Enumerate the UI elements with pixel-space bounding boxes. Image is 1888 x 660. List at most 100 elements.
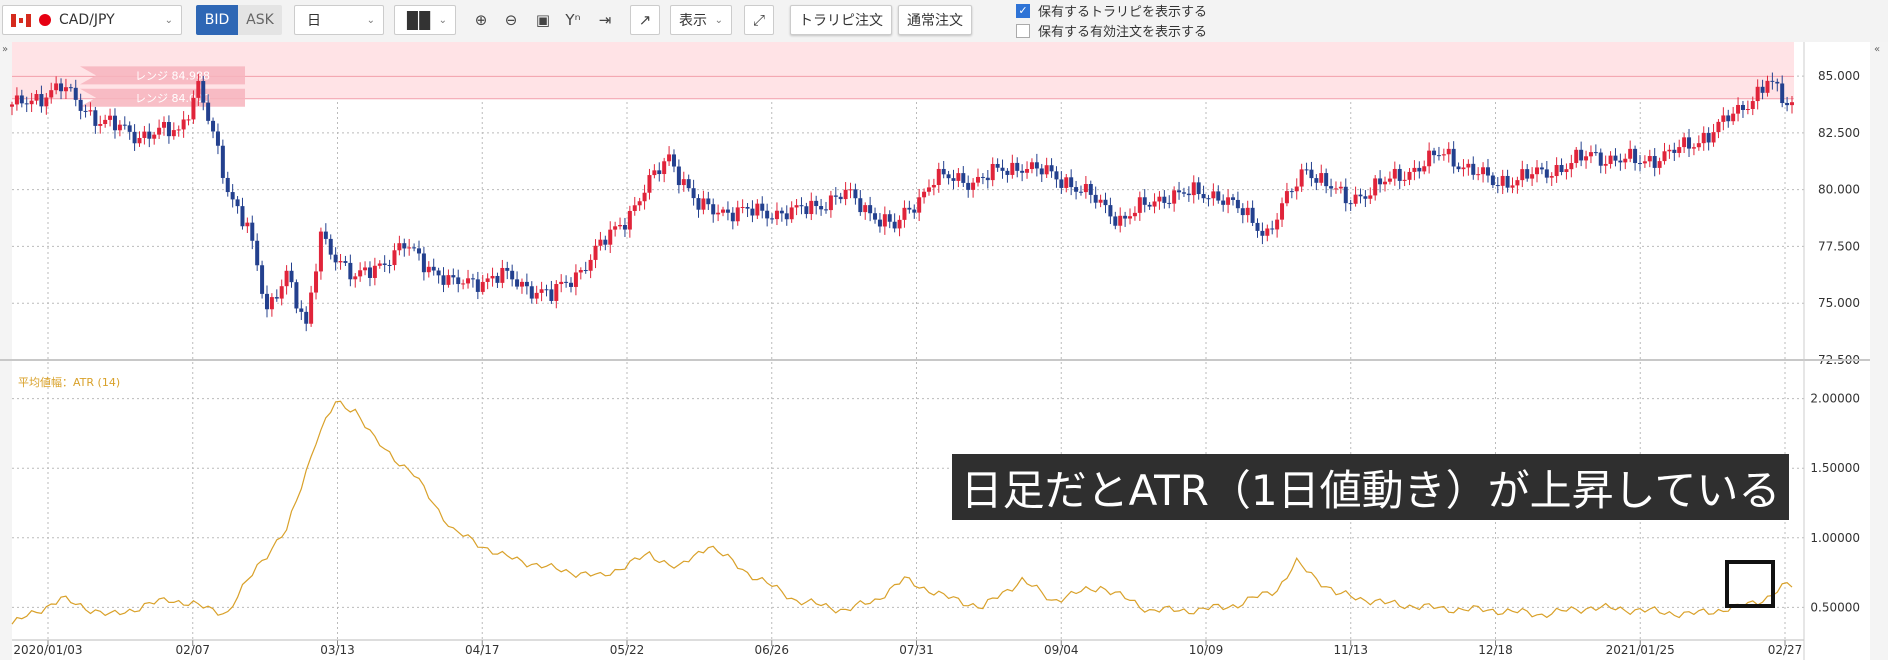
collapse-arrows-icon[interactable]: « [1874, 44, 1880, 55]
candle-body [1275, 219, 1280, 230]
candle-body [152, 134, 157, 139]
show-orders-label: 保有する有効注文を表示する [1038, 25, 1208, 40]
zoom-in-button[interactable]: ⊕ [466, 5, 496, 35]
candle-body [1765, 80, 1770, 93]
normal-order-button[interactable]: 通常注文 [898, 5, 972, 35]
candle-body [936, 168, 941, 185]
display-label: 表示 [679, 13, 707, 29]
candle-body [318, 231, 323, 272]
candle-body [593, 245, 598, 260]
candle-body [1441, 154, 1446, 156]
candle-body [637, 201, 642, 206]
atr-tick-label: 1.00000 [1810, 531, 1860, 545]
scroll-latest-button[interactable]: ⇥ [590, 5, 620, 35]
zoom-in-icon: ⊕ [474, 11, 488, 29]
candle-body [1579, 149, 1584, 161]
candle-body [1132, 212, 1137, 217]
candle-body [402, 243, 407, 249]
price-chart[interactable]: » レンジ 84.988レンジ 84.000 2020/01/03 02/07 03… [0, 42, 1888, 660]
candle-body [250, 222, 255, 241]
candle-body [1284, 191, 1289, 204]
candle-body [14, 95, 19, 105]
candle-body [1221, 200, 1226, 205]
candle-body [466, 278, 471, 284]
candle-body [88, 110, 93, 112]
x-tick-label: 02/27 [1768, 643, 1803, 657]
candle-body [1128, 216, 1133, 219]
zoom-out-button[interactable]: ⊖ [496, 5, 526, 35]
show-trail-option[interactable]: ✓ 保有するトラリピを表示する [1016, 1, 1207, 20]
candle-body [269, 297, 274, 310]
candle-body [1265, 228, 1270, 236]
candle-body [10, 104, 14, 107]
candle-body [725, 209, 730, 213]
candle-body [73, 87, 78, 100]
candle-body [1167, 202, 1172, 204]
candle-body [1427, 150, 1432, 167]
candle-body [1554, 164, 1559, 177]
timeframe-select[interactable]: 日 ⌄ [294, 5, 384, 35]
candle-body [1623, 158, 1628, 163]
candle-body [225, 177, 230, 193]
x-tick-label: 10/09 [1189, 643, 1224, 657]
candle-body [1588, 152, 1593, 157]
candle-body [49, 90, 54, 98]
candle-body [1211, 191, 1216, 199]
candle-body [740, 206, 745, 208]
candle-body [922, 191, 927, 198]
timeframe-label: 日 [307, 13, 321, 29]
candle-body [1569, 163, 1574, 170]
candle-body [1010, 162, 1015, 175]
candle-body [108, 115, 113, 120]
ask-button[interactable]: ASK [238, 5, 282, 35]
candle-body [1152, 201, 1157, 207]
candle-body [843, 189, 848, 200]
expand-arrows-icon[interactable]: » [2, 44, 8, 55]
draw-tool-button[interactable]: Yⁿ [558, 5, 588, 35]
chart-type-select[interactable]: ▉▉ ⌄ [394, 5, 456, 35]
candle-body [63, 87, 68, 92]
candle-body [1260, 230, 1265, 236]
symbol-select[interactable]: CAD/JPY ⌄ [2, 5, 182, 35]
candle-body [1770, 80, 1775, 82]
candle-body [1657, 161, 1662, 168]
candle-body [686, 179, 691, 189]
candle-body [1711, 132, 1716, 143]
candle-body [549, 289, 554, 301]
candle-body [1682, 137, 1687, 148]
candle-body [1015, 162, 1020, 171]
price-tick-label: 80.000 [1818, 183, 1860, 197]
chevron-down-icon: ⌄ [366, 15, 375, 26]
candle-body [1530, 174, 1535, 179]
candle-body [1755, 86, 1760, 102]
candle-body [1299, 169, 1304, 187]
candle-body [1020, 170, 1025, 173]
candle-body [240, 206, 245, 227]
candle-body [495, 275, 500, 283]
candle-body [39, 94, 44, 107]
candle-body [1373, 178, 1378, 196]
candle-body [1181, 192, 1186, 194]
checkbox-empty-icon[interactable] [1016, 23, 1030, 38]
bid-button[interactable]: BID [196, 5, 238, 35]
candle-body [1230, 197, 1235, 200]
fit-button[interactable]: ▣ [528, 5, 558, 35]
candle-body [421, 253, 426, 273]
candle-body [1608, 155, 1613, 164]
price-tick-label: 82.500 [1818, 126, 1860, 140]
add-indicator-button[interactable]: ↗ [630, 5, 660, 35]
candle-body [961, 173, 966, 183]
candle-body [691, 188, 696, 199]
checkbox-checked-icon[interactable]: ✓ [1016, 3, 1030, 18]
show-orders-option[interactable]: 保有する有効注文を表示する [1016, 21, 1207, 40]
candle-body [1049, 165, 1054, 172]
candle-body [1402, 179, 1407, 181]
candle-body [1667, 149, 1672, 152]
candle-body [1485, 167, 1490, 176]
candle-body [554, 284, 559, 301]
fullscreen-button[interactable]: ⤢ [744, 5, 774, 35]
display-menu[interactable]: 表示 ⌄ [670, 5, 732, 35]
candlestick-icon: ▉▉ [407, 10, 432, 30]
trail-order-button[interactable]: トラリピ注文 [790, 5, 892, 35]
candle-body [1255, 222, 1260, 231]
